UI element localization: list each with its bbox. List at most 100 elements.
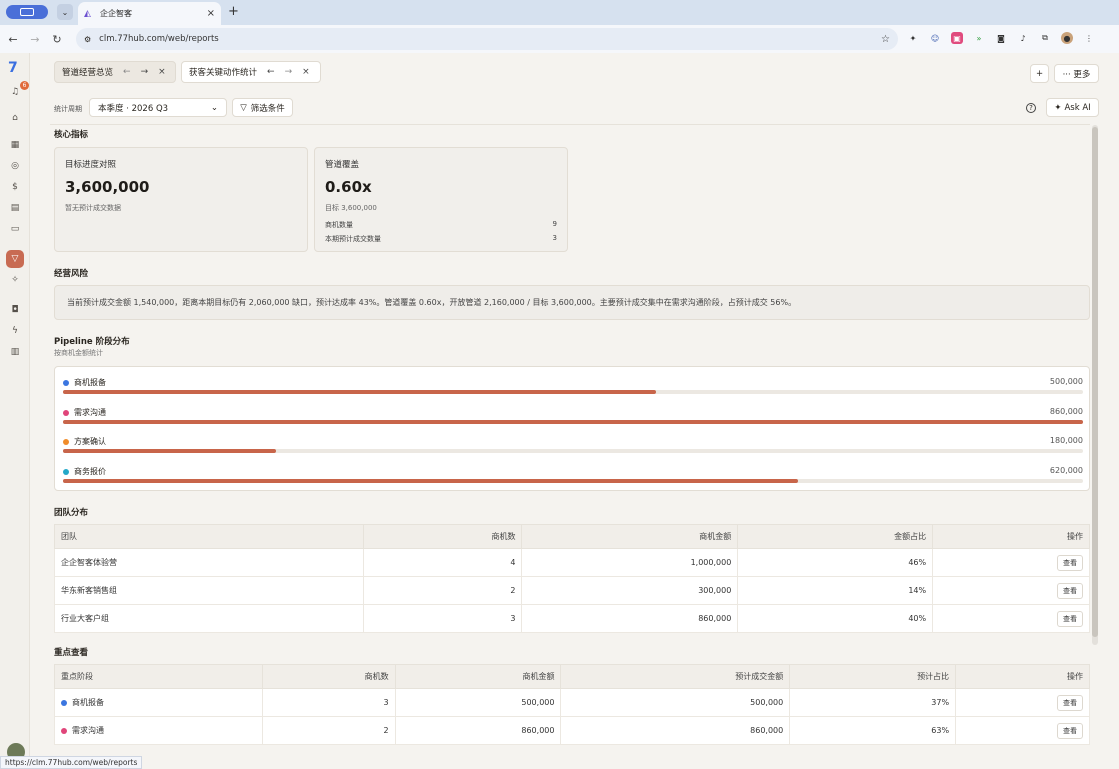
doc-tab-label: 获客关键动作统计	[189, 68, 258, 78]
stage-name: 需求沟通	[72, 726, 104, 735]
doc-tab-acquisition-stats[interactable]: 获客关键动作统计 ← → ×	[181, 61, 321, 83]
close-tab-icon[interactable]: ×	[207, 8, 215, 19]
arrow-right-icon[interactable]: →	[285, 67, 293, 77]
bell-icon[interactable]: ♫	[9, 86, 21, 98]
clipboard-icon[interactable]: ▤	[9, 202, 21, 214]
stage-bar-track	[63, 420, 1083, 424]
column-header: 操作	[955, 664, 1090, 689]
column-header: 商机数	[261, 664, 396, 689]
stage-color-dot	[61, 727, 67, 734]
team-name: 企企智客体验营	[54, 548, 364, 577]
browser-menu-icon[interactable]: ⋮	[1083, 32, 1095, 44]
view-button[interactable]: 查看	[1057, 722, 1083, 739]
period-value: 本季度 · 2026 Q3	[98, 103, 169, 114]
kpi-label: 管道覆盖	[325, 160, 360, 170]
view-button[interactable]: 查看	[1057, 694, 1083, 711]
filter-button[interactable]: ▽ 筛选条件	[232, 98, 293, 117]
pipeline-stage-row: 方案确认 180,000	[63, 435, 1083, 463]
expected-amount: 860,000	[560, 716, 791, 745]
profile-avatar[interactable]: ●	[1061, 32, 1073, 44]
doc-tab-pipeline-overview[interactable]: 管道经营总览 ← → ×	[54, 61, 176, 83]
bookmark-star-icon[interactable]: ☆	[881, 34, 890, 45]
new-tab-button[interactable]: +	[228, 5, 239, 19]
filter-icon: ▽	[240, 102, 247, 113]
ask-ai-button[interactable]: ✦ Ask AI	[1046, 98, 1099, 117]
close-icon[interactable]: ×	[158, 67, 166, 77]
window-icon	[20, 8, 34, 16]
view-button[interactable]: 查看	[1057, 554, 1083, 571]
sparkle-icon: ✦	[1054, 102, 1062, 113]
arrow-right-icon[interactable]: →	[141, 67, 149, 77]
green-extension-icon[interactable]: »	[973, 32, 985, 44]
reload-icon[interactable]: ↻	[48, 33, 66, 46]
kpi-detail-key: 本期预计成交数量	[325, 235, 381, 243]
team-name: 华东新客销售组	[54, 576, 364, 605]
browser-tabstrip: ⌄ ◭ 企企智客 × +	[0, 0, 1119, 25]
notebook-icon[interactable]: ▥	[9, 346, 21, 358]
archive-icon[interactable]: ▭	[9, 223, 21, 235]
window-switcher-button[interactable]	[6, 5, 48, 19]
stage-bar-track	[63, 390, 1083, 394]
deal-amount: 860,000	[521, 604, 739, 633]
close-icon[interactable]: ×	[302, 67, 310, 77]
script-extension-icon[interactable]: ♪	[1017, 32, 1029, 44]
amount-share: 14%	[737, 576, 934, 605]
building-icon[interactable]: ▦	[9, 139, 21, 151]
view-button[interactable]: 查看	[1057, 582, 1083, 599]
view-button[interactable]: 查看	[1057, 610, 1083, 627]
kpi-value: 0.60x	[325, 178, 372, 196]
contact-icon[interactable]: ◎	[9, 160, 21, 172]
pipeline-subtitle: 按商机金额统计	[54, 349, 103, 357]
stage-name: 商机报备	[72, 698, 104, 707]
help-icon[interactable]: ?	[1026, 103, 1036, 113]
bot-icon[interactable]: ◘	[9, 304, 21, 316]
period-label: 统计周期	[54, 105, 82, 113]
stage-name: 商务报价	[74, 467, 106, 476]
browser-tab-title: 企企智客	[100, 9, 132, 18]
deal-count: 3	[261, 688, 396, 717]
kpi-detail-rows: 商机数量 9 本期预计成交数量 3	[325, 220, 557, 244]
dollar-icon[interactable]: $	[9, 181, 21, 193]
column-header: 操作	[932, 524, 1090, 549]
stage-color-dot	[61, 699, 67, 706]
back-icon[interactable]: ←	[4, 33, 22, 46]
lightning-icon[interactable]: ϟ	[9, 325, 21, 337]
pipeline-stage-row: 商务报价 620,000	[63, 465, 1083, 493]
kpi-card-target-progress: 目标进度对照 3,600,000 暂无预计成交数据	[54, 147, 308, 252]
reports-icon[interactable]: ▽	[6, 250, 24, 268]
tab-search-button[interactable]: ⌄	[57, 4, 73, 20]
page-scrollbar[interactable]	[1092, 125, 1098, 645]
address-bar[interactable]: ⚙ clm.77hub.com/web/reports ☆	[76, 28, 898, 50]
browser-tab[interactable]: ◭ 企企智客 ×	[78, 2, 221, 25]
home-icon[interactable]: ⌂	[9, 112, 21, 124]
table-header-row: 重点阶段 商机数 商机金额 预计成交金额 预计占比 操作	[54, 664, 1090, 689]
magic-icon[interactable]: ✧	[9, 274, 21, 286]
pink-extension-icon[interactable]: ▣	[951, 32, 963, 44]
arrow-left-icon[interactable]: ←	[123, 67, 131, 77]
forward-icon[interactable]: →	[26, 33, 44, 46]
column-header: 金额占比	[737, 524, 934, 549]
kpi-label: 目标进度对照	[65, 160, 117, 170]
stage-amount: 180,000	[1049, 436, 1083, 445]
column-header: 预计占比	[789, 664, 957, 689]
deal-count: 2	[362, 576, 523, 605]
scrollbar-thumb[interactable]	[1092, 127, 1098, 637]
puzzle-extensions-icon[interactable]: ⧉	[1039, 32, 1051, 44]
sparkle-extension-icon[interactable]: ✦	[907, 32, 919, 44]
address-url[interactable]: clm.77hub.com/web/reports	[99, 34, 873, 44]
stage-bar-fill	[63, 420, 1083, 424]
risk-section-title: 经营风险	[54, 269, 89, 279]
more-button[interactable]: ··· 更多	[1054, 64, 1099, 83]
face-extension-icon[interactable]: ☺	[929, 32, 941, 44]
capture-extension-icon[interactable]: ◙	[995, 32, 1007, 44]
arrow-left-icon[interactable]: ←	[267, 67, 275, 77]
site-settings-icon[interactable]: ⚙	[84, 35, 91, 44]
action-cell: 查看	[932, 548, 1090, 577]
add-tab-button[interactable]: +	[1030, 64, 1049, 83]
app-logo[interactable]: 7	[8, 60, 24, 76]
app-root: 7 ♫ 6 ⌂ ▦ ◎ $ ▤ ▭ ▽ ✧ ◘ ϟ ▥ 管道经营总览 ← → ×…	[0, 53, 1119, 769]
stage-color-dot	[63, 469, 69, 475]
stage-amount: 860,000	[1049, 407, 1083, 416]
doc-tab-label: 管道经营总览	[62, 68, 114, 78]
period-select[interactable]: 本季度 · 2026 Q3 ⌄	[89, 98, 227, 117]
